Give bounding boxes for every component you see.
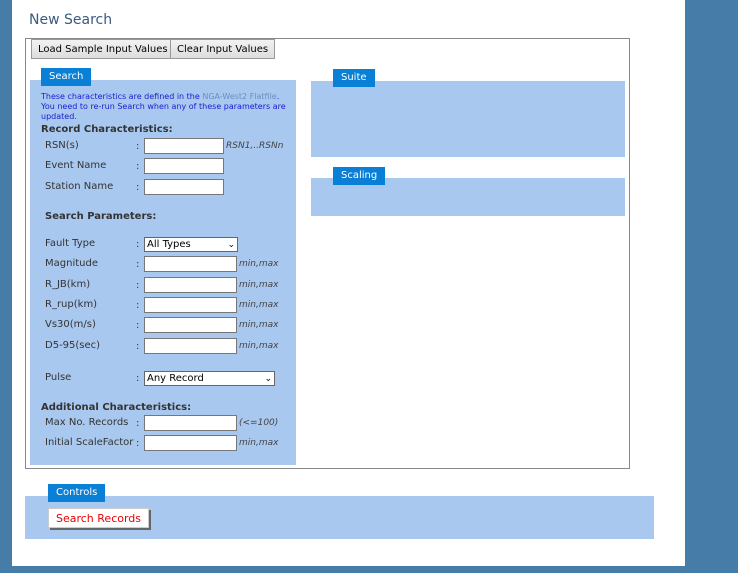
- rjb-label: R_JB(km): [45, 279, 91, 290]
- magnitude-input[interactable]: [144, 256, 237, 272]
- rrup-input[interactable]: [144, 297, 237, 313]
- scale-factor-input[interactable]: [144, 435, 237, 451]
- max-records-hint: (<=100): [239, 418, 279, 428]
- max-records-label: Max No. Records: [45, 417, 129, 428]
- rsn-input[interactable]: [144, 138, 224, 154]
- rjb-input[interactable]: [144, 277, 237, 293]
- page-title: New Search: [29, 12, 113, 28]
- event-input[interactable]: [144, 158, 224, 174]
- pulse-select[interactable]: Any Record ⌄: [144, 371, 275, 386]
- scale-factor-label: Initial ScaleFactor: [45, 437, 134, 448]
- d595-label: D5-95(sec): [45, 340, 101, 351]
- colon: :: [136, 418, 140, 429]
- scaling-tab: Scaling: [333, 167, 386, 185]
- event-label: Event Name: [45, 160, 107, 171]
- fault-label: Fault Type: [45, 238, 96, 249]
- rjb-hint: min,max: [239, 280, 279, 290]
- magnitude-hint: min,max: [239, 259, 279, 269]
- controls-tab: Controls: [48, 484, 106, 502]
- suite-panel: [311, 81, 625, 157]
- vs30-input[interactable]: [144, 317, 237, 333]
- colon: :: [136, 373, 140, 384]
- pulse-value: Any Record: [147, 373, 204, 384]
- max-records-input[interactable]: [144, 415, 237, 431]
- colon: :: [136, 320, 140, 331]
- rsn-label: RSN(s): [45, 140, 79, 151]
- search-note: These characteristics are defined in the…: [41, 92, 286, 121]
- record-heading: Record Characteristics:: [41, 124, 173, 135]
- station-label: Station Name: [45, 181, 114, 192]
- scale-factor-hint: min,max: [239, 438, 279, 448]
- search-records-button[interactable]: Search Records: [48, 508, 149, 528]
- colon: :: [136, 438, 140, 449]
- vs30-hint: min,max: [239, 320, 279, 330]
- vs30-label: Vs30(m/s): [45, 319, 96, 330]
- fault-value: All Types: [147, 239, 191, 250]
- colon: :: [136, 161, 140, 172]
- colon: :: [136, 300, 140, 311]
- params-heading: Search Parameters:: [45, 211, 157, 222]
- colon: :: [136, 182, 140, 193]
- additional-heading: Additional Characteristics:: [41, 402, 192, 413]
- flatfile-link[interactable]: NGA-West2 Flatfile: [202, 92, 276, 101]
- colon: :: [136, 141, 140, 152]
- chevron-down-icon: ⌄: [264, 373, 272, 384]
- load-sample-button[interactable]: Load Sample Input Values: [31, 39, 175, 59]
- colon: :: [136, 280, 140, 291]
- colon: :: [136, 239, 140, 250]
- colon: :: [136, 341, 140, 352]
- colon: :: [136, 259, 140, 270]
- d595-input[interactable]: [144, 338, 237, 354]
- pulse-label: Pulse: [45, 372, 72, 383]
- chevron-down-icon: ⌄: [227, 239, 235, 250]
- clear-input-button[interactable]: Clear Input Values: [170, 39, 276, 59]
- rrup-label: R_rup(km): [45, 299, 98, 310]
- rsn-hint: RSN1,..RSNn: [226, 141, 284, 151]
- search-tab: Search: [41, 68, 92, 86]
- fault-select[interactable]: All Types ⌄: [144, 237, 238, 252]
- d595-hint: min,max: [239, 341, 279, 351]
- suite-tab: Suite: [333, 69, 375, 87]
- magnitude-label: Magnitude: [45, 258, 98, 269]
- rrup-hint: min,max: [239, 300, 279, 310]
- station-input[interactable]: [144, 179, 224, 195]
